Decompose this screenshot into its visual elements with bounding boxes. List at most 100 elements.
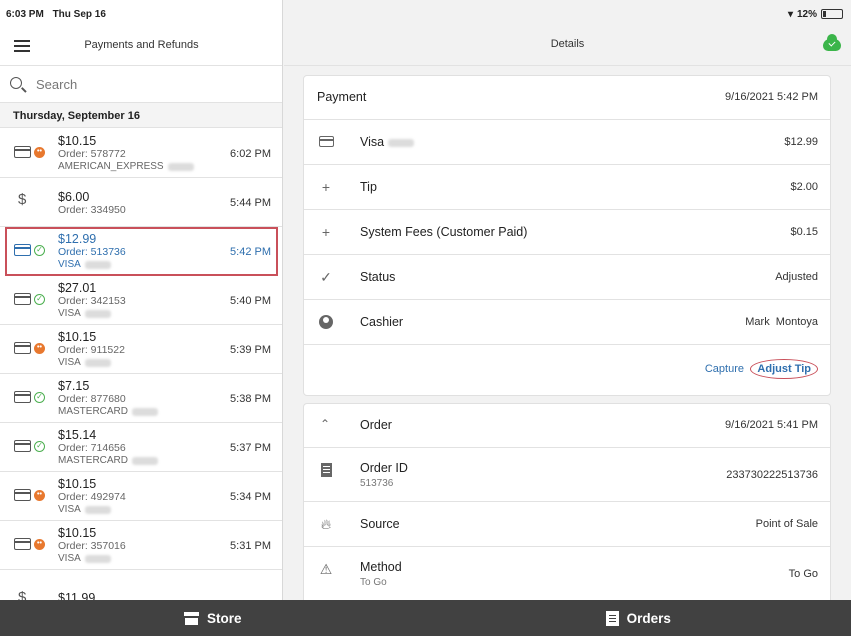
- tip-label: Tip: [360, 180, 377, 194]
- cashier-name: Mark Montoya: [745, 316, 818, 328]
- redacted-card-number: [132, 457, 159, 465]
- plus-icon: +: [321, 224, 331, 240]
- document-icon: [318, 462, 334, 478]
- payment-row-partial[interactable]: $ $11.99: [0, 589, 282, 600]
- status-row: ✓ Status Adjusted: [304, 255, 830, 300]
- payment-row[interactable]: ✓ $27.01 Order: 342153 VISA 5:40 PM: [0, 276, 282, 325]
- card-icon: [14, 489, 31, 501]
- warning-icon: ⚠︎: [319, 561, 333, 577]
- payment-amount: $11.99: [58, 591, 96, 600]
- payment-row[interactable]: ✓ $15.14 Order: 714656 MASTERCARD 5:37 P…: [0, 423, 282, 472]
- card-icon: [14, 244, 31, 256]
- adjust-tip-button[interactable]: Adjust Tip: [750, 359, 818, 379]
- payment-row[interactable]: •• $10.15 Order: 911522 VISA 5:39 PM: [0, 325, 282, 374]
- store-icon: [183, 611, 199, 625]
- order-header-row[interactable]: ⌃ Order 9/16/2021 5:41 PM: [304, 404, 830, 448]
- payment-row-selected[interactable]: ✓ $12.99 Order: 513736 VISA 5:42 PM: [5, 227, 278, 276]
- payment-order: Order: 492974: [58, 491, 126, 503]
- source-label: Source: [360, 517, 400, 531]
- method-row: ⚠︎ Method To Go To Go: [304, 547, 830, 600]
- battery-percent: 12%: [796, 8, 817, 20]
- method-label: Method: [360, 560, 402, 574]
- redacted-card-number: [84, 506, 111, 514]
- payment-time: 5:42 PM: [230, 246, 271, 258]
- payment-order: Order: 877680: [58, 393, 126, 405]
- redacted-card-number: [84, 555, 111, 563]
- orders-icon: [605, 610, 619, 626]
- date-group-header: Thursday, September 16: [0, 103, 282, 128]
- order-id-label: Order ID: [360, 461, 408, 475]
- dollar-icon: $: [18, 589, 27, 600]
- details-title: Details: [550, 38, 585, 50]
- payment-amount: $10.15: [58, 134, 97, 148]
- search-bar: [0, 66, 282, 103]
- pending-badge-icon: ••: [34, 489, 45, 501]
- payment-amount: $10.15: [58, 330, 97, 344]
- order-id-row: Order ID 513736 233730222513736: [304, 448, 830, 502]
- payment-method: MASTERCARD: [58, 455, 129, 466]
- card-icon: [14, 391, 31, 403]
- payment-method: VISA: [58, 259, 81, 270]
- card-brand: Visa: [360, 135, 385, 149]
- redacted-card-number: [388, 138, 415, 147]
- order-id-short: 513736: [360, 478, 394, 489]
- tab-store[interactable]: Store: [0, 600, 426, 636]
- system-fees-row: + System Fees (Customer Paid) $0.15: [304, 210, 830, 255]
- payment-amount: $10.15: [58, 526, 97, 540]
- card-icon: [14, 342, 31, 354]
- check-badge-icon: ✓: [34, 244, 45, 256]
- capture-button[interactable]: Capture: [705, 363, 744, 375]
- payment-row[interactable]: •• $10.15 Order: 492974 VISA 5:34 PM: [0, 472, 282, 521]
- plus-icon: +: [321, 179, 331, 195]
- order-section-label: Order: [360, 418, 392, 432]
- payment-row[interactable]: $ $6.00 Order: 334950 5:44 PM: [0, 178, 282, 227]
- wifi-icon: ▾: [787, 8, 793, 20]
- card-icon: [14, 146, 31, 158]
- payment-row[interactable]: •• $10.15 Order: 357016 VISA 5:31 PM: [0, 521, 282, 570]
- payment-method: VISA: [58, 308, 81, 319]
- card-icon: [14, 293, 31, 305]
- payment-order: Order: 714656: [58, 442, 126, 454]
- method-value: To Go: [788, 568, 818, 580]
- cashier-label: Cashier: [360, 315, 404, 329]
- cloud-sync-icon[interactable]: [823, 34, 841, 51]
- system-fees-label: System Fees (Customer Paid): [360, 225, 528, 239]
- flame-icon: 🔥︎: [320, 516, 332, 532]
- system-fees-amount: $0.15: [790, 226, 818, 238]
- payment-section-label: Payment: [317, 90, 367, 104]
- chevron-up-icon[interactable]: ⌃: [320, 417, 330, 431]
- source-value: Point of Sale: [755, 518, 818, 530]
- tip-amount: $2.00: [790, 181, 818, 193]
- payment-time: 5:34 PM: [230, 491, 271, 503]
- card-amount: $12.99: [784, 136, 818, 148]
- payment-time: 5:38 PM: [230, 393, 271, 405]
- status-label: Status: [360, 270, 396, 284]
- pending-badge-icon: ••: [34, 538, 45, 550]
- payment-time: 5:39 PM: [230, 344, 271, 356]
- tab-store-label: Store: [206, 610, 242, 626]
- payment-method: VISA: [58, 357, 81, 368]
- check-icon: ✓: [320, 269, 332, 285]
- payment-header-row: Payment 9/16/2021 5:42 PM: [304, 76, 830, 120]
- payment-row[interactable]: •• $10.15 Order: 578772 AMERICAN_EXPRESS…: [0, 129, 282, 178]
- search-icon: [10, 77, 22, 89]
- search-input[interactable]: [36, 74, 266, 94]
- pending-badge-icon: ••: [34, 146, 45, 158]
- redacted-card-number: [84, 310, 111, 318]
- redacted-card-number: [167, 163, 194, 171]
- tip-row: + Tip $2.00: [304, 165, 830, 210]
- payment-time: 6:02 PM: [230, 148, 271, 160]
- payment-method: AMERICAN_EXPRESS: [58, 161, 164, 172]
- payment-datetime: 9/16/2021 5:42 PM: [725, 91, 818, 103]
- tab-orders-label: Orders: [626, 610, 671, 626]
- order-datetime: 9/16/2021 5:41 PM: [725, 419, 818, 431]
- card-icon: [14, 538, 31, 550]
- payment-time: 5:40 PM: [230, 295, 271, 307]
- order-details-card: ⌃ Order 9/16/2021 5:41 PM Order ID 51373…: [303, 403, 831, 600]
- payment-row[interactable]: ✓ $7.15 Order: 877680 MASTERCARD 5:38 PM: [0, 374, 282, 423]
- redacted-card-number: [84, 359, 111, 367]
- details-header: Details: [284, 28, 851, 66]
- redacted-card-number: [84, 261, 111, 269]
- tab-orders[interactable]: Orders: [426, 600, 851, 636]
- payment-method: MASTERCARD: [58, 406, 129, 417]
